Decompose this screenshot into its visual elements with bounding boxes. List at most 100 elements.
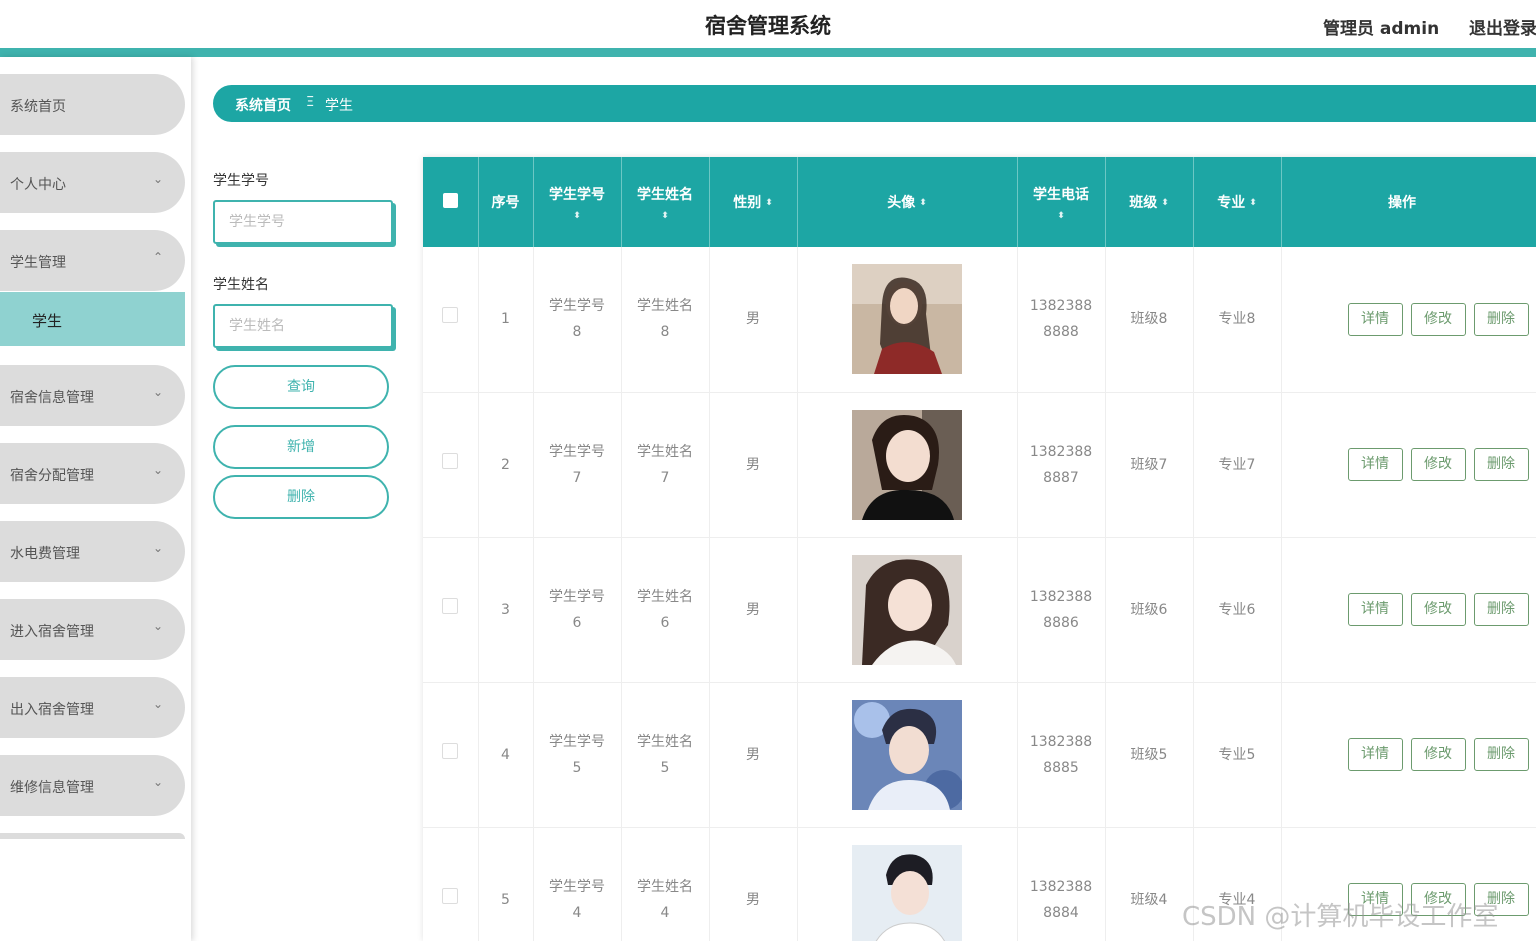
avatar-image[interactable]: ~ [852, 844, 962, 941]
column-header-label: 班级 [1129, 195, 1158, 211]
table-row: 3 学生学号 6 学生姓名 6 男 1382388 8886 班级6 专业6 详情 修改… [423, 537, 1536, 683]
sidebar-item-label: 宿舍分配管理 [10, 468, 94, 484]
cell-class: 班级8 [1105, 247, 1194, 393]
cell-class: 班级5 [1105, 682, 1194, 828]
column-header-label: 性别 [733, 195, 762, 211]
delete-button[interactable]: 删除 [1473, 302, 1529, 336]
row-checkbox[interactable] [442, 597, 459, 614]
cell-text: 学生学号 [549, 443, 605, 460]
column-header-student-name[interactable]: 学生姓名 ⬍ [621, 157, 710, 247]
row-select-cell [423, 827, 479, 941]
row-select-cell [423, 392, 479, 538]
sort-icon[interactable]: ⬍ [622, 211, 709, 221]
detail-button[interactable]: 详情 [1347, 593, 1403, 626]
sidebar-item-dorm-access[interactable]: 出入宿舍管理 ⌄ [0, 677, 185, 738]
row-select-cell [423, 537, 479, 683]
table-row: 1 学生学号 8 学生姓名 8 男 1382388 8888 班级8 专业8 详情 修改… [423, 247, 1536, 393]
cell-text: 学生学号 [549, 878, 605, 895]
cell-avatar: ~ [797, 827, 1018, 941]
row-checkbox[interactable] [442, 742, 459, 759]
sort-icon[interactable]: ⬍ [1249, 198, 1257, 208]
detail-button[interactable]: 详情 [1347, 302, 1403, 336]
avatar-image[interactable] [852, 264, 962, 375]
cell-text: 5 [572, 759, 582, 776]
sidebar-item-dorm-entry[interactable]: 进入宿舍管理 ⌄ [0, 599, 185, 660]
sidebar-item-personal-center[interactable]: 个人中心 ⌄ [0, 152, 185, 213]
avatar-image[interactable] [852, 554, 962, 665]
sidebar-item-student-management[interactable]: 学生管理 ⌃ [0, 230, 185, 291]
delete-button[interactable]: 删除 [1473, 738, 1529, 771]
cell-text: 学生姓名 [637, 588, 693, 605]
chevron-up-icon: ⌃ [152, 250, 163, 264]
edit-button[interactable]: 修改 [1410, 738, 1466, 771]
cell-text: 学生姓名 [637, 443, 693, 460]
logout-link[interactable]: 退出登录 [1469, 14, 1536, 39]
detail-button[interactable]: 详情 [1347, 738, 1403, 771]
sidebar-item-label: 系统首页 [10, 99, 66, 115]
sort-icon[interactable]: ⬍ [1161, 198, 1169, 208]
avatar-image[interactable] [852, 699, 964, 810]
edit-button[interactable]: 修改 [1410, 593, 1466, 626]
sidebar-item-dorm-allocation[interactable]: 宿舍分配管理 ⌄ [0, 443, 185, 504]
column-header-major[interactable]: 专业 ⬍ [1193, 157, 1282, 247]
row-checkbox[interactable] [442, 887, 459, 904]
add-button[interactable]: 新增 [213, 425, 389, 469]
cell-actions: 详情 修改 删除 [1281, 247, 1536, 393]
sidebar-item-utilities[interactable]: 水电费管理 ⌄ [0, 521, 185, 582]
cell-student-no: 学生学号 5 [533, 682, 622, 828]
cell-avatar [797, 537, 1018, 683]
cell-student-name: 学生姓名 4 [621, 827, 710, 941]
row-checkbox[interactable] [442, 307, 459, 324]
cell-avatar [797, 392, 1018, 538]
cell-gender: 男 [709, 682, 798, 828]
column-header-phone[interactable]: 学生电话 ⬍ [1017, 157, 1106, 247]
cell-text: 5 [660, 759, 670, 776]
row-checkbox[interactable] [442, 452, 459, 469]
column-header-label: 学生学号 [549, 186, 605, 203]
cell-text: 8885 [1043, 759, 1079, 776]
column-header-gender[interactable]: 性别 ⬍ [709, 157, 798, 247]
cell-student-name: 学生姓名 6 [621, 537, 710, 683]
column-header-class[interactable]: 班级 ⬍ [1105, 157, 1194, 247]
sidebar-subitem-label: 学生 [32, 312, 63, 330]
cell-actions: 详情 修改 删除 [1281, 392, 1536, 538]
column-header-label: 操作 [1388, 195, 1416, 211]
cell-text: 学生学号 [549, 733, 605, 750]
avatar-image[interactable] [852, 409, 962, 520]
cell-gender: 男 [709, 537, 798, 683]
student-name-input[interactable] [213, 304, 393, 348]
cell-text: 学生学号 [549, 588, 605, 605]
batch-delete-button[interactable]: 删除 [213, 475, 389, 519]
cell-text: 学生学号 [549, 298, 605, 315]
delete-button[interactable]: 删除 [1473, 593, 1529, 626]
student-no-input[interactable] [213, 200, 393, 244]
edit-button[interactable]: 修改 [1410, 448, 1466, 481]
cell-text: 6 [660, 614, 670, 631]
cell-phone: 1382388 8884 [1017, 827, 1106, 941]
breadcrumb-home[interactable]: 系统首页 [235, 95, 291, 115]
sort-icon[interactable]: ⬍ [534, 211, 621, 221]
sidebar-item-label: 进入宿舍管理 [10, 624, 94, 640]
delete-button[interactable]: 删除 [1473, 448, 1529, 481]
column-header-student-no[interactable]: 学生学号 ⬍ [533, 157, 622, 247]
sidebar-subitem-student[interactable]: 学生 [0, 292, 185, 346]
detail-button[interactable]: 详情 [1347, 448, 1403, 481]
breadcrumb-current: 学生 [325, 98, 353, 114]
cell-student-no: 学生学号 4 [533, 827, 622, 941]
sort-icon[interactable]: ⬍ [765, 198, 773, 208]
column-header-avatar[interactable]: 头像 ⬍ [797, 157, 1018, 247]
sort-icon[interactable]: ⬍ [1018, 211, 1105, 221]
sidebar-item-repair-info[interactable]: 维修信息管理 ⌄ [0, 755, 185, 816]
edit-button[interactable]: 修改 [1410, 302, 1466, 336]
sidebar-item-home[interactable]: 系统首页 [0, 74, 185, 135]
select-all-checkbox[interactable] [442, 192, 458, 208]
cell-text: 学生姓名 [637, 733, 693, 750]
sidebar-item-dorm-info[interactable]: 宿舍信息管理 ⌄ [0, 365, 185, 426]
table-row: 4 学生学号 5 学生姓名 5 男 1382388 8885 班级5 专业5 详情 修改… [423, 682, 1536, 828]
chevron-down-icon: ⌄ [152, 775, 163, 789]
cell-text: 7 [572, 469, 582, 486]
cell-class: 班级4 [1105, 827, 1194, 941]
sort-icon[interactable]: ⬍ [919, 198, 927, 208]
query-button[interactable]: 查询 [213, 365, 389, 409]
top-header: 宿舍管理系统 管理员 admin 退出登录 [0, 0, 1536, 48]
